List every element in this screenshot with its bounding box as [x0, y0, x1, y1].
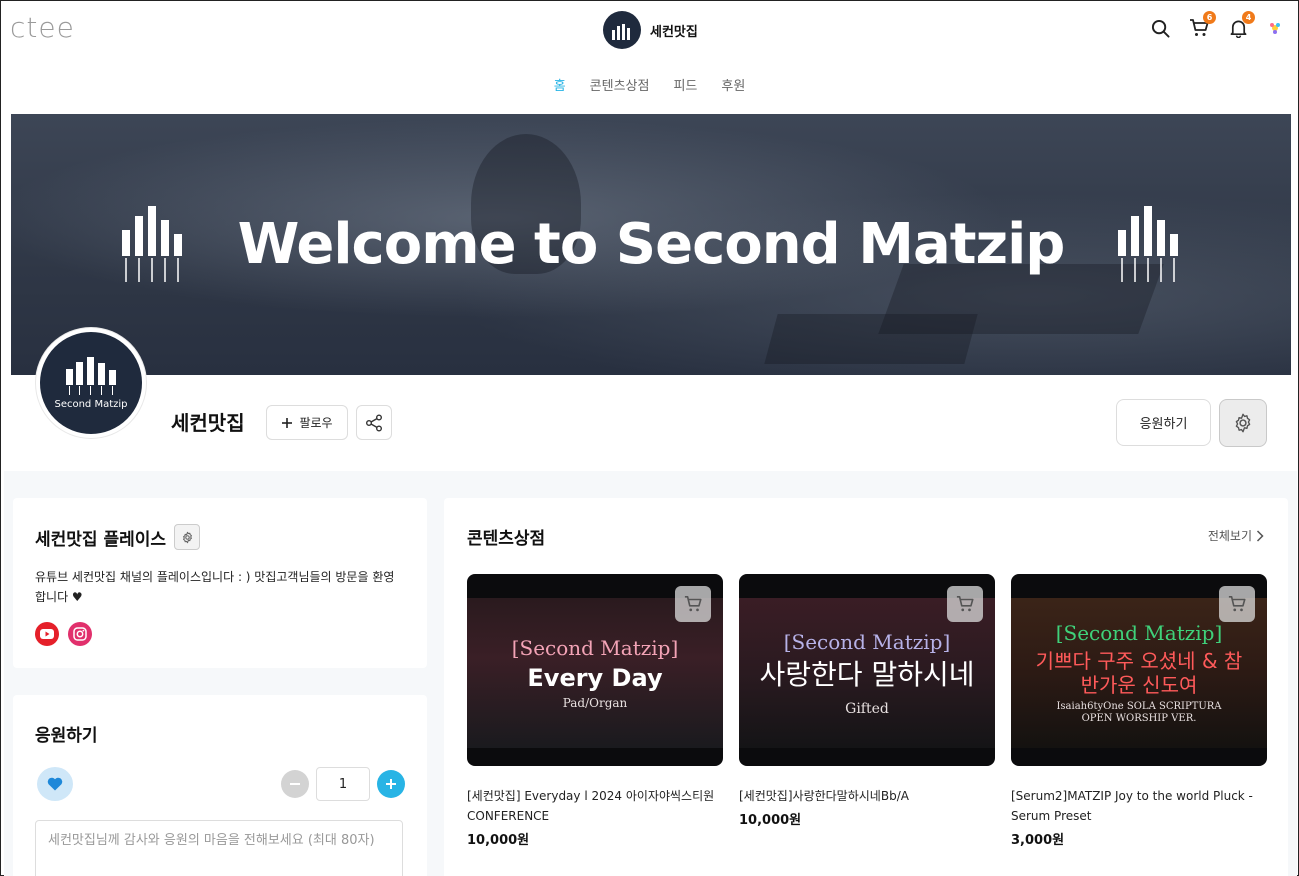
follow-label: 팔로우	[299, 416, 333, 430]
tab-content-store[interactable]: 콘텐츠상점	[590, 73, 650, 96]
heart-icon	[37, 767, 73, 801]
thumb-tag: [Second Matzip]	[511, 636, 679, 660]
product-name[interactable]: [세컨맛집] Everyday l 2024 아이자야씩스티원 CONFEREN…	[467, 786, 723, 826]
support-button[interactable]: 응원하기	[1116, 399, 1211, 446]
thumb-tag: [Second Matzip]	[783, 630, 951, 654]
product-name[interactable]: [세컨맛집]사랑한다말하시네Bb/A	[739, 786, 995, 806]
bars-logo-icon	[612, 24, 630, 40]
see-all-link[interactable]: 전체보기	[1208, 527, 1264, 544]
sns-links	[35, 622, 92, 646]
thumb-title: Every Day	[527, 664, 663, 692]
ctee-logo[interactable]: ctee	[10, 11, 75, 44]
header-actions: 6 4	[1149, 11, 1284, 39]
place-description: 유튜브 세컨맛집 채널의 플레이스입니다 : ) 맛집고객님들의 방문을 환영합…	[35, 570, 395, 604]
product-card[interactable]: [Second Matzip] Every Day Pad/Organ [세컨맛…	[467, 574, 723, 848]
channel-avatar[interactable]: Second Matzip	[36, 328, 146, 438]
channel-brand[interactable]: 세컨맛집	[603, 11, 698, 49]
quantity-stepper: 1	[281, 767, 405, 801]
thumb-tag: [Second Matzip]	[1055, 621, 1223, 645]
profile-icon[interactable]	[1266, 19, 1284, 37]
product-thumbnail[interactable]: [Second Matzip] 기쁘다 구주 오셨네 & 참 반가운 신도여 I…	[1011, 574, 1267, 766]
banner-title: Welcome to Second Matzip	[237, 211, 1066, 277]
cart-icon	[684, 595, 702, 612]
cart-icon	[956, 595, 974, 612]
minus-icon	[290, 783, 300, 785]
search-icon[interactable]	[1149, 17, 1171, 39]
plus-icon	[282, 417, 293, 428]
tab-feed[interactable]: 피드	[673, 73, 697, 96]
support-title: 응원하기	[35, 726, 98, 746]
product-thumbnail[interactable]: [Second Matzip] Every Day Pad/Organ	[467, 574, 723, 766]
bars-logo-icon	[121, 206, 182, 282]
gear-icon	[1235, 413, 1251, 433]
tab-sponsor[interactable]: 후원	[721, 73, 745, 96]
gear-icon	[182, 531, 192, 543]
thumb-subtitle: Gifted	[845, 701, 889, 717]
see-all-label: 전체보기	[1207, 529, 1252, 543]
place-settings-button[interactable]	[174, 524, 201, 550]
quantity-value[interactable]: 1	[316, 767, 370, 801]
product-price: 10,000원	[739, 813, 802, 828]
channel-banner: Welcome to Second Matzip	[11, 114, 1291, 375]
thumb-subtitle: Pad/Organ	[562, 696, 628, 710]
place-title: 세컨맛집 플레이스	[35, 529, 167, 550]
support-card: 응원하기 1 세컨맛집님께 감사와 응원의 마음을 전해보세요 (최대 80자)	[13, 695, 427, 876]
cart-count-badge: 6	[1203, 11, 1216, 24]
product-thumbnail[interactable]: [Second Matzip] 사랑한다 말하시네 Gifted	[739, 574, 995, 766]
banner-title-row: Welcome to Second Matzip	[11, 206, 1291, 282]
bars-logo-icon	[1118, 206, 1179, 282]
place-title-row: 세컨맛집 플레이스	[35, 524, 201, 550]
support-message-input[interactable]: 세컨맛집님께 감사와 응원의 마음을 전해보세요 (최대 80자)	[35, 820, 403, 876]
bell-icon[interactable]: 4	[1227, 11, 1255, 39]
brand-avatar	[603, 11, 641, 49]
tab-home[interactable]: 홈	[554, 73, 566, 96]
channel-name: 세컨맛집	[171, 411, 245, 435]
youtube-icon[interactable]	[35, 622, 59, 646]
add-to-cart-button[interactable]	[1219, 586, 1255, 622]
share-icon	[366, 414, 382, 431]
settings-button[interactable]	[1219, 399, 1267, 447]
thumb-subtitle: Isaiah6tyOne SOLA SCRIPTURA OPEN WORSHIP…	[1056, 701, 1222, 724]
plus-icon	[386, 779, 396, 789]
product-card[interactable]: [Second Matzip] 사랑한다 말하시네 Gifted [세컨맛집]사…	[739, 574, 995, 848]
product-list: [Second Matzip] Every Day Pad/Organ [세컨맛…	[467, 574, 1267, 848]
notification-count-badge: 4	[1242, 11, 1255, 24]
add-to-cart-button[interactable]	[675, 586, 711, 622]
content-store-card: 콘텐츠상점 전체보기 [Second Matzip] Every Day Pad…	[444, 498, 1288, 876]
instagram-icon[interactable]	[68, 622, 92, 646]
add-to-cart-button[interactable]	[947, 586, 983, 622]
product-price: 10,000원	[467, 833, 530, 848]
channel-nav: 홈 콘텐츠상점 피드 후원	[1, 73, 1298, 96]
cart-icon	[1228, 595, 1246, 612]
decrease-button[interactable]	[281, 770, 309, 798]
cart-icon[interactable]: 6	[1188, 11, 1216, 39]
product-name[interactable]: [Serum2]MATZIP Joy to the world Pluck - …	[1011, 786, 1267, 826]
bars-logo-icon	[66, 356, 116, 395]
place-card: 세컨맛집 플레이스 유튜브 세컨맛집 채널의 플레이스입니다 : ) 맛집고객님…	[13, 498, 427, 668]
top-header: ctee 세컨맛집 6 4	[1, 1, 1298, 63]
chevron-right-icon	[1256, 529, 1264, 542]
brand-name: 세컨맛집	[650, 24, 698, 40]
share-button[interactable]	[356, 405, 392, 440]
thumb-title: 기쁘다 구주 오셨네 & 참 반가운 신도여	[1035, 649, 1243, 697]
avatar-label: Second Matzip	[54, 398, 128, 410]
increase-button[interactable]	[377, 770, 405, 798]
product-card[interactable]: [Second Matzip] 기쁘다 구주 오셨네 & 참 반가운 신도여 I…	[1011, 574, 1267, 848]
store-title: 콘텐츠상점	[467, 529, 546, 549]
product-price: 3,000원	[1011, 833, 1065, 848]
thumb-title: 사랑한다 말하시네	[759, 658, 975, 691]
follow-button[interactable]: 팔로우	[266, 405, 348, 440]
